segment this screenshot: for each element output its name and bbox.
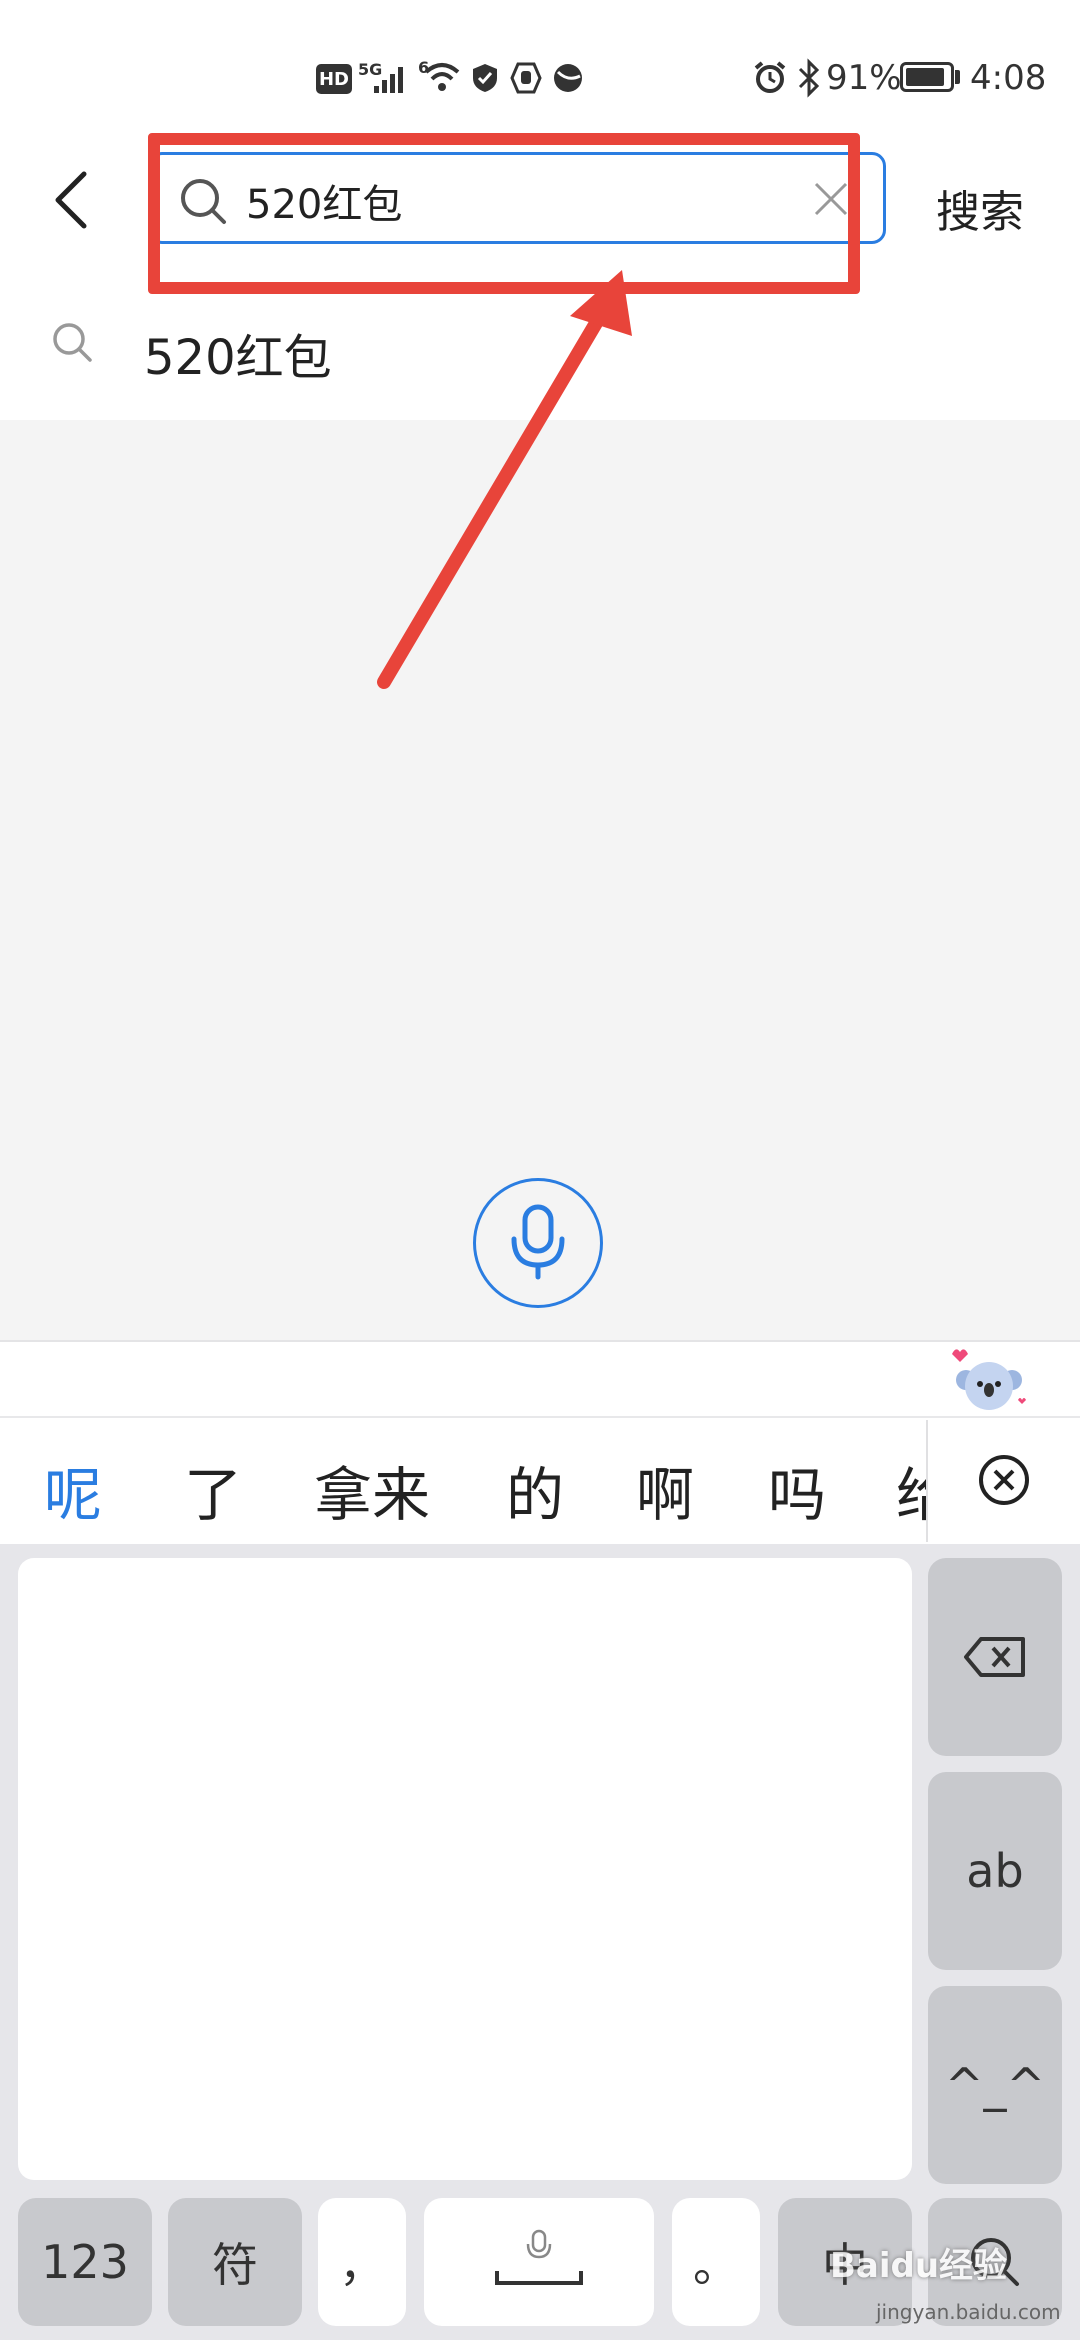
clock: 4:08 xyxy=(970,58,1047,98)
watermark-logo: Baidu经验 xyxy=(830,2246,1008,2286)
kaomoji-key[interactable]: ^_^ xyxy=(928,1986,1062,2184)
battery-tip xyxy=(955,70,960,84)
microphone-icon xyxy=(511,1204,565,1280)
backspace-key[interactable] xyxy=(928,1558,1062,1756)
shield-icon xyxy=(473,64,497,92)
suggestion-text: 520红包 xyxy=(144,330,332,386)
candidate-item[interactable]: 啊 xyxy=(636,1448,694,1532)
battery-percent: 91% xyxy=(826,58,902,98)
candidate-item[interactable]: 的 xyxy=(506,1448,564,1532)
watermark-domain: jingyan.baidu.com xyxy=(876,2300,1061,2324)
search-icon xyxy=(53,323,92,362)
battery-fill xyxy=(906,68,944,86)
period-key[interactable]: 。 xyxy=(672,2198,760,2326)
symbols-key[interactable]: 符 xyxy=(168,2198,302,2326)
annotation-arrow xyxy=(377,270,632,689)
battery-icon xyxy=(900,62,954,92)
candidate-divider xyxy=(926,1420,928,1542)
comma-key[interactable]: ， xyxy=(318,2198,406,2326)
backspace-icon xyxy=(964,1637,1025,1677)
wifi-icon xyxy=(424,63,460,91)
koala-mascot-icon[interactable] xyxy=(946,1344,1032,1414)
candidate-item[interactable]: 了 xyxy=(184,1448,242,1532)
voice-search-button[interactable] xyxy=(473,1178,603,1308)
handwriting-area[interactable] xyxy=(18,1558,912,2180)
signal-icon xyxy=(374,67,403,93)
space-mic-icon xyxy=(495,2229,583,2285)
status-bar: HD 5G 6 91% 4:08 xyxy=(0,0,1080,150)
hand-icon xyxy=(510,62,542,94)
back-arrow-icon[interactable] xyxy=(50,168,94,232)
candidate-item[interactable]: 拿来 xyxy=(314,1448,430,1532)
ime-toolbar xyxy=(0,1340,1080,1418)
hd-indicator: HD xyxy=(316,64,352,94)
candidate-item[interactable]: 呢 xyxy=(44,1448,102,1532)
ab-key[interactable]: ab xyxy=(928,1772,1062,1970)
candidate-item[interactable]: 给 xyxy=(896,1448,926,1532)
collapse-candidates-icon[interactable] xyxy=(976,1452,1032,1508)
candidate-item[interactable]: 吗 xyxy=(768,1448,826,1532)
bluetooth-icon xyxy=(798,58,820,98)
space-key[interactable] xyxy=(424,2198,654,2326)
numbers-key[interactable]: 123 xyxy=(18,2198,152,2326)
search-button[interactable]: 搜索 xyxy=(936,176,1024,240)
alarm-icon xyxy=(754,61,786,93)
candidate-overflow-clip: 给 xyxy=(896,1420,926,1542)
browser-icon xyxy=(554,64,582,92)
